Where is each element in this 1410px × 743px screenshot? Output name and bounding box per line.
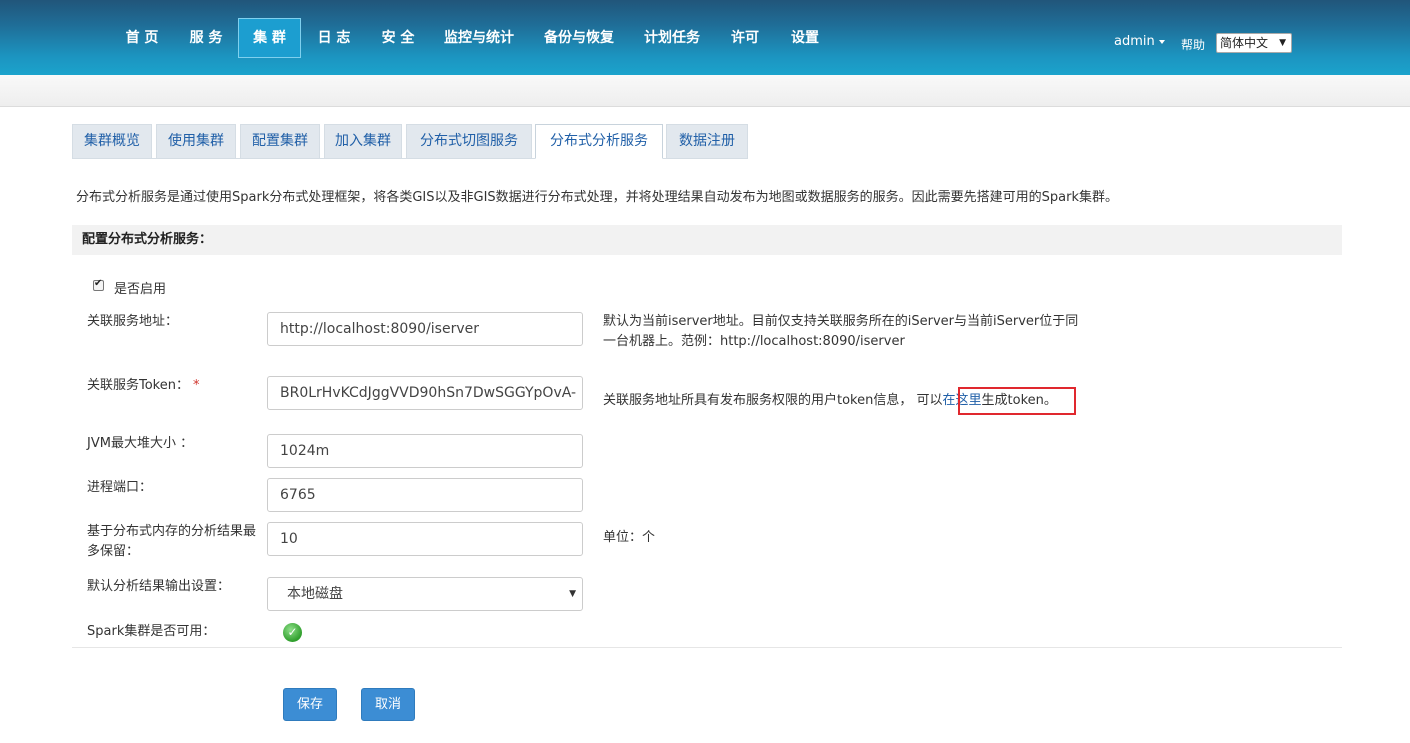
tab-data-registration[interactable]: 数据注册 [666, 124, 748, 158]
nav-settings[interactable]: 设置 [782, 18, 828, 58]
nav-monitoring[interactable]: 监控与统计 [436, 18, 522, 58]
max-results-label-line2: 多保留： [87, 544, 140, 559]
token-label: 关联服务Token： * [87, 376, 200, 396]
service-url-hint: 默认为当前iserver地址。目前仅支持关联服务所在的iServer与当前iSe… [603, 312, 1078, 352]
nav-security[interactable]: 安 全 [372, 18, 424, 58]
section-title: 配置分布式分析服务： [72, 225, 1342, 255]
max-results-unit: 单位：个 [603, 530, 656, 545]
port-label: 进程端口： [87, 480, 153, 495]
nav-license[interactable]: 许可 [722, 18, 768, 58]
nav-backup[interactable]: 备份与恢复 [536, 18, 622, 58]
output-label: 默认分析结果输出设置： [87, 579, 231, 594]
spark-label: Spark集群是否可用： [87, 624, 216, 639]
token-label-text: 关联服务Token： [87, 378, 189, 393]
sub-header-bar [0, 75, 1410, 107]
port-input[interactable]: 6765 [267, 478, 583, 512]
user-menu[interactable]: admin [1114, 34, 1165, 49]
enable-checkbox[interactable] [93, 278, 104, 291]
tab-join-cluster[interactable]: 加入集群 [324, 124, 402, 158]
language-value: 简体中文 [1220, 36, 1269, 50]
dropdown-arrow-icon: ▼ [1279, 38, 1286, 48]
language-select[interactable]: 简体中文 ▼ [1216, 33, 1292, 53]
dropdown-arrow-icon: ▼ [569, 589, 576, 599]
highlight-annotation [958, 387, 1076, 415]
service-url-label: 关联服务地址： [87, 314, 179, 329]
save-button[interactable]: 保存 [283, 688, 337, 721]
max-results-input[interactable]: 10 [267, 522, 583, 556]
output-select[interactable]: 本地磁盘 ▼ [267, 577, 583, 611]
enable-label: 是否启用 [114, 282, 167, 297]
top-navbar: 首 页 服 务 集 群 日 志 安 全 监控与统计 备份与恢复 计划任务 许可 … [0, 0, 1410, 75]
nav-home[interactable]: 首 页 [116, 18, 168, 58]
token-input[interactable]: BR0LrHvKCdJggVVD90hSn7DwSGGYpOvA- [267, 376, 583, 410]
cancel-button[interactable]: 取消 [361, 688, 415, 721]
nav-services[interactable]: 服 务 [180, 18, 232, 58]
max-results-label: 基于分布式内存的分析结果最 多保留： [87, 522, 256, 562]
jvm-input[interactable]: 1024m [267, 434, 583, 468]
nav-logs[interactable]: 日 志 [308, 18, 360, 58]
tab-configure-cluster[interactable]: 配置集群 [240, 124, 320, 158]
service-url-hint-line2: 一台机器上。范例：http://localhost:8090/iserver [603, 334, 905, 349]
page-description: 分布式分析服务是通过使用Spark分布式处理框架，将各类GIS以及非GIS数据进… [76, 190, 1119, 205]
token-hint-prefix: 关联服务地址所具有发布服务权限的用户token信息， 可以 [603, 393, 943, 408]
output-select-value: 本地磁盘 [287, 586, 343, 602]
help-link[interactable]: 帮助 [1181, 36, 1205, 53]
tab-use-cluster[interactable]: 使用集群 [156, 124, 236, 158]
tab-distributed-analysis[interactable]: 分布式分析服务 [535, 124, 663, 159]
required-mark: * [193, 378, 200, 393]
service-url-input[interactable]: http://localhost:8090/iserver [267, 312, 583, 346]
user-name: admin [1114, 34, 1155, 49]
nav-schedule[interactable]: 计划任务 [636, 18, 708, 58]
service-url-hint-line1: 默认为当前iserver地址。目前仅支持关联服务所在的iServer与当前iSe… [603, 314, 1079, 329]
max-results-label-line1: 基于分布式内存的分析结果最 [87, 524, 257, 539]
check-circle-icon: ✓ [283, 623, 302, 642]
form-divider [72, 647, 1342, 648]
jvm-label: JVM最大堆大小 ： [87, 436, 194, 451]
tab-distributed-tiling[interactable]: 分布式切图服务 [406, 124, 532, 158]
nav-cluster[interactable]: 集 群 [238, 18, 301, 58]
caret-down-icon [1158, 39, 1165, 44]
tab-cluster-overview[interactable]: 集群概览 [72, 124, 152, 158]
